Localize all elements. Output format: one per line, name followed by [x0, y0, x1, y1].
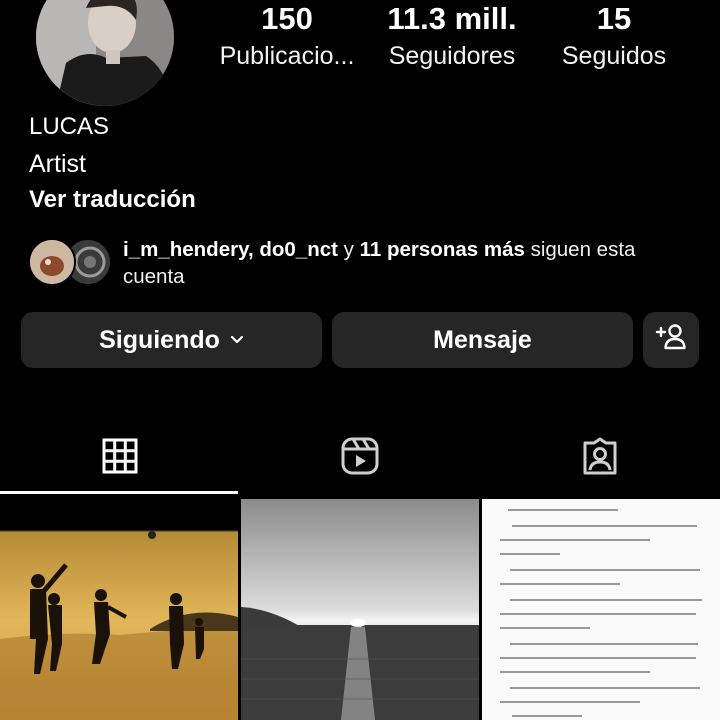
profile-name: LUCAS [29, 113, 110, 140]
chevron-down-icon [230, 335, 244, 345]
stat-following[interactable]: 15 Seguidos [552, 0, 676, 74]
tab-reels[interactable] [240, 426, 480, 490]
followers-label: Seguidores [388, 42, 516, 70]
tab-tagged[interactable] [480, 426, 720, 490]
following-button-label: Siguiendo [99, 325, 220, 354]
tagged-icon [581, 437, 619, 480]
stat-posts[interactable]: 150 Publicacio... [212, 0, 362, 74]
post-thumbnail-3[interactable] [482, 499, 720, 720]
ocean-sunset-photo [241, 499, 479, 720]
add-person-button[interactable] [643, 312, 699, 368]
reels-icon [341, 437, 379, 480]
followers-count: 11.3 mill. [387, 1, 517, 36]
mutual-avatar-1 [28, 238, 76, 286]
profile-bio: Artist [29, 150, 86, 178]
following-button[interactable]: Siguiendo [21, 312, 322, 368]
profile-photo [36, 0, 174, 106]
profile-avatar[interactable] [36, 0, 174, 106]
mutual-user-2[interactable]: do0_nct [259, 238, 338, 261]
post-thumbnail-1[interactable] [0, 499, 238, 720]
see-translation-link[interactable]: Ver traducción [29, 184, 196, 216]
mutual-followers-avatars[interactable] [28, 238, 112, 286]
add-person-icon [655, 323, 687, 358]
posts-label: Publicacio... [219, 42, 355, 70]
following-count: 15 [596, 1, 632, 36]
mutual-conjunction: y [337, 238, 360, 261]
message-button-label: Mensaje [433, 325, 532, 354]
mutual-user-1[interactable]: i_m_hendery [123, 238, 248, 261]
active-tab-indicator [0, 491, 238, 494]
beach-silhouettes-photo [0, 499, 238, 720]
post-thumbnail-2[interactable] [241, 499, 479, 720]
mutual-separator: , [247, 238, 260, 261]
stat-followers[interactable]: 11.3 mill. Seguidores [378, 0, 526, 74]
message-button[interactable]: Mensaje [332, 312, 633, 368]
following-label: Seguidos [561, 42, 667, 70]
grid-icon [102, 438, 138, 479]
mutual-followers-text[interactable]: i_m_hendery, do0_nct y 11 personas más s… [123, 236, 693, 290]
mutual-others[interactable]: 11 personas más [360, 238, 525, 261]
posts-count: 150 [261, 1, 313, 36]
tab-posts-grid[interactable] [0, 426, 240, 490]
